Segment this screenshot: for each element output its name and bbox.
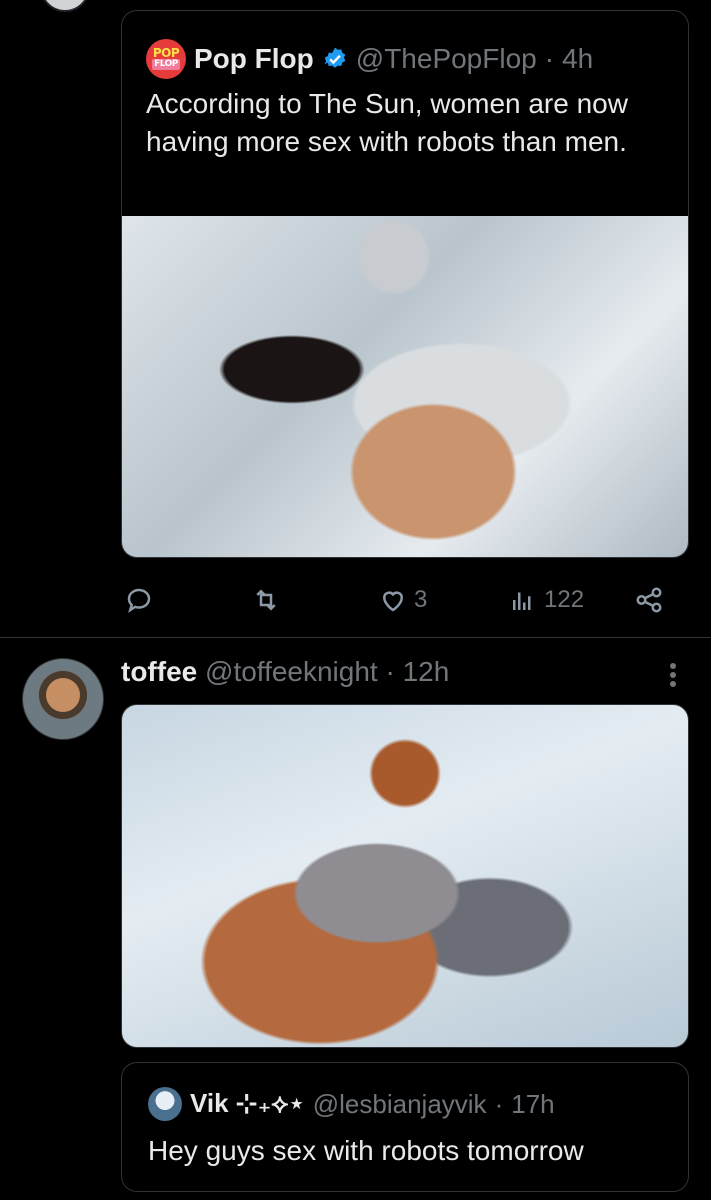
- separator: ·: [494, 1088, 504, 1119]
- views-button[interactable]: 122: [508, 585, 584, 615]
- quoted-tweet-text: According to The Sun, women are now havi…: [146, 88, 628, 157]
- display-name[interactable]: toffee: [121, 656, 197, 687]
- reply-icon: [127, 588, 151, 613]
- views-count: 122: [544, 586, 585, 613]
- handle[interactable]: @lesbianjayvik: [313, 1089, 487, 1120]
- retweet-button[interactable]: [251, 585, 281, 615]
- like-button[interactable]: 3: [378, 585, 427, 615]
- more-options-icon[interactable]: [655, 660, 691, 690]
- inner-quote-header: Vik ⊹₊⟡⋆ @lesbianjayvik · 17h: [148, 1087, 555, 1121]
- verified-badge-icon: [324, 47, 346, 68]
- separator: ·: [385, 656, 395, 687]
- like-count: 3: [414, 586, 428, 613]
- quoted-tweet-image[interactable]: [122, 216, 688, 557]
- display-name[interactable]: Vik ⊹₊⟡⋆: [190, 1088, 305, 1120]
- inner-quote-text: Hey guys sex with robots tomorrow: [148, 1135, 584, 1166]
- reply-tweet-image[interactable]: [121, 704, 689, 1048]
- toffee-avatar[interactable]: [22, 658, 104, 740]
- heart-icon: [382, 591, 404, 612]
- share-button[interactable]: [634, 585, 664, 615]
- quoted-tweet-header: POP FLOP Pop Flop @ThePopFlop · 4h: [146, 39, 593, 79]
- logo-bottom-text: FLOP: [152, 59, 180, 70]
- handle[interactable]: @toffeeknight: [205, 656, 378, 687]
- inner-quoted-tweet[interactable]: Vik ⊹₊⟡⋆ @lesbianjayvik · 17h Hey guys s…: [121, 1062, 689, 1192]
- reply-button[interactable]: [124, 585, 154, 615]
- vik-avatar[interactable]: [148, 1087, 182, 1121]
- separator: ·: [544, 43, 555, 74]
- timestamp[interactable]: 12h: [403, 656, 450, 687]
- logo-top-text: POP: [152, 46, 180, 60]
- views-icon: [513, 592, 531, 610]
- tweet-divider: [0, 637, 711, 638]
- popflop-avatar[interactable]: POP FLOP: [146, 39, 186, 79]
- previous-avatar[interactable]: [40, 0, 90, 12]
- timestamp[interactable]: 4h: [562, 43, 593, 75]
- timestamp[interactable]: 17h: [511, 1089, 554, 1120]
- retweet-icon: [256, 589, 276, 611]
- quoted-tweet-card[interactable]: POP FLOP Pop Flop @ThePopFlop · 4h Accor…: [121, 10, 689, 558]
- share-icon: [636, 587, 662, 613]
- handle[interactable]: @ThePopFlop: [356, 43, 537, 75]
- reply-tweet-header: toffee @toffeeknight · 12h: [121, 656, 449, 688]
- display-name[interactable]: Pop Flop: [194, 43, 314, 75]
